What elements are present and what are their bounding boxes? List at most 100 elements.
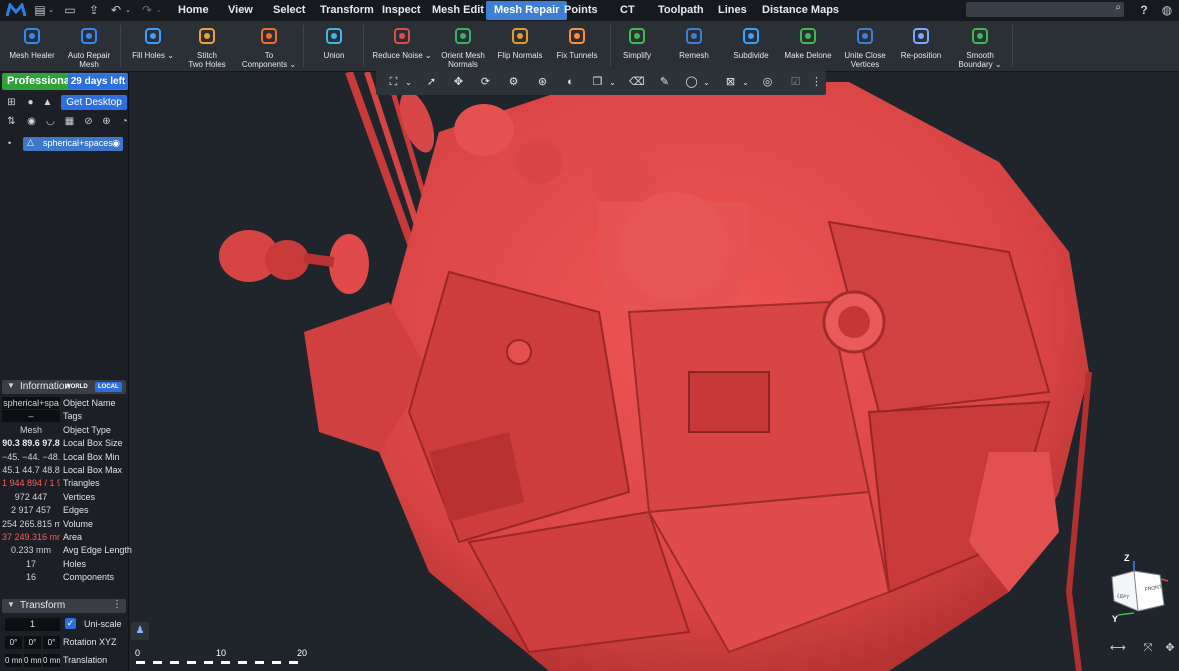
notification-icon[interactable]: ♟ (131, 622, 149, 640)
tab-points[interactable]: Points (556, 1, 606, 20)
world-toggle[interactable]: WORLD (62, 382, 91, 392)
components-button[interactable]: To Components ⌄ (239, 21, 299, 71)
eraser-icon[interactable]: ⌫ (629, 75, 645, 90)
linux-icon[interactable]: ▲ (41, 96, 54, 109)
app-logo-icon[interactable] (6, 3, 26, 18)
make-delone-button[interactable]: Make Delone (782, 21, 834, 71)
search-icon[interactable]: ⌕ (1115, 2, 1121, 13)
unite-vertices-button[interactable]: Unite Close Vertices (839, 21, 891, 71)
translation-y-input[interactable]: 0 mm (24, 654, 41, 667)
apple-icon[interactable]: ● (24, 96, 37, 109)
render-icon[interactable]: ◐ (563, 75, 578, 90)
rotation-x-input[interactable]: 0° (5, 636, 22, 649)
tab-inspect[interactable]: Inspect (374, 1, 429, 20)
redo-dropdown-icon[interactable]: ⌄ (151, 3, 167, 18)
stitch-button[interactable]: Stitch Two Holes (185, 21, 229, 71)
3d-viewport[interactable] (129, 72, 1179, 671)
days-left-badge[interactable]: 29 days left (68, 74, 128, 89)
target-icon[interactable]: ◎ (760, 75, 775, 90)
tab-lines[interactable]: Lines (710, 1, 755, 20)
translation-x-input[interactable]: 0 mm (5, 654, 22, 667)
transform-header[interactable]: ▼ Transform ⋮ (2, 599, 126, 613)
globe-icon[interactable]: ◍ (1159, 3, 1175, 18)
more-icon[interactable]: ⋮ (112, 599, 122, 610)
tab-select[interactable]: Select (265, 1, 313, 20)
eye-icon[interactable]: ◉ (25, 115, 38, 128)
smooth-boundary-button[interactable]: Smooth Boundary ⌄ (957, 21, 1003, 71)
info-key: Components (63, 572, 115, 583)
info-value[interactable]: spherical+spa (2, 397, 60, 409)
visibility-eye-icon[interactable]: ◉ (112, 138, 120, 149)
checkbox-icon[interactable]: ☑ (788, 75, 803, 90)
chevron-down-icon[interactable]: ⌄ (699, 75, 714, 90)
fit-view-icon[interactable]: ⟷ (1110, 641, 1126, 655)
tab-mesh-edit[interactable]: Mesh Edit (424, 1, 492, 20)
unlink-icon[interactable]: ⊘ (82, 115, 95, 128)
chevron-down-icon[interactable]: ⌄ (605, 75, 620, 90)
chevron-down-icon[interactable]: ⌄ (738, 75, 753, 90)
view-cube-gizmo[interactable]: FRONT LEFT Z Y (1108, 553, 1179, 628)
tab-view[interactable]: View (220, 1, 261, 20)
undo-dropdown-icon[interactable]: ⌄ (120, 3, 136, 18)
subdivide-button[interactable]: Subdivide (729, 21, 773, 71)
zoom-extents-icon[interactable]: ⤧ (1141, 641, 1155, 655)
mesh-healer-button[interactable]: Mesh Healer (5, 21, 59, 71)
lasso-icon[interactable]: ◯ (684, 75, 699, 90)
export-icon[interactable]: ⇪ (86, 3, 102, 18)
upload-icon[interactable]: ⊕ (100, 115, 113, 128)
more-icon[interactable]: ⋮ (809, 75, 824, 90)
tab-toolpath[interactable]: Toolpath (650, 1, 712, 20)
open-folder-icon[interactable]: ▭ (62, 3, 78, 18)
local-toggle[interactable]: LOCAL (95, 382, 122, 392)
refresh-icon[interactable]: ◔ (118, 115, 131, 128)
gear-icon[interactable]: ⚙ (506, 75, 521, 90)
brush-icon[interactable]: ✎ (657, 75, 672, 90)
grid-icon[interactable]: ▦ (63, 115, 76, 128)
simplify-button[interactable]: Simplify (615, 21, 659, 71)
chevron-down-icon[interactable]: ⌄ (43, 3, 59, 18)
rotation-z-input[interactable]: 0° (43, 636, 60, 649)
sort-icon[interactable]: ⇅ (5, 115, 18, 128)
reduce-noise-button[interactable]: Reduce Noise ⌄ (372, 21, 432, 71)
reposition-button[interactable]: Re-position (896, 21, 946, 71)
flip-normals-button[interactable]: Flip Normals (495, 21, 545, 71)
hide-icon[interactable]: ◡ (44, 115, 57, 128)
fill-holes-button[interactable]: Fill Holes ⌄ (128, 21, 178, 71)
scene-object-item[interactable]: △ spherical+spaces ◉ (23, 137, 123, 151)
tab-transform[interactable]: Transform (312, 1, 382, 20)
information-header[interactable]: ▼ Information WORLD LOCAL (2, 380, 126, 394)
union-button[interactable]: Union (314, 21, 354, 71)
rotate-view-icon[interactable]: ⟳ (478, 75, 493, 90)
tab-ct[interactable]: CT (612, 1, 643, 20)
search-input[interactable]: ⌕ (966, 2, 1124, 17)
get-desktop-button[interactable]: Get Desktop (61, 95, 127, 110)
mesh-healer-icon (22, 26, 42, 46)
remesh-button[interactable]: Remesh (672, 21, 716, 71)
chevron-down-icon[interactable]: ▼ (7, 600, 15, 609)
license-badge[interactable]: Professional 29 days left (2, 73, 128, 90)
tab-home[interactable]: Home (170, 1, 217, 20)
uniscale-input[interactable]: 1 (5, 618, 60, 631)
info-key: Area (63, 532, 83, 542)
cross-box-icon[interactable]: ⊠ (723, 75, 738, 90)
auto-repair-button[interactable]: Auto Repair Mesh (63, 21, 115, 71)
mesh-model[interactable] (129, 72, 1179, 671)
move-icon[interactable]: ✥ (451, 75, 466, 90)
translation-z-input[interactable]: 0 mm (43, 654, 60, 667)
pan-icon[interactable]: ✥ (1163, 641, 1177, 655)
ribbon-divider (303, 25, 304, 67)
selection-box-icon[interactable]: ⛶ (386, 75, 401, 90)
layers-icon[interactable]: ❐ (590, 75, 605, 90)
pointer-icon[interactable]: ➚ (424, 75, 439, 90)
chevron-down-icon[interactable]: ▼ (7, 381, 15, 390)
chevron-down-icon[interactable]: ⌄ (401, 75, 416, 90)
windows-icon[interactable]: ⊞ (5, 96, 18, 109)
steering-icon[interactable]: ⊛ (535, 75, 550, 90)
tab-distance-maps[interactable]: Distance Maps (754, 1, 847, 20)
orient-normals-button[interactable]: Orient Mesh Normals (436, 21, 490, 71)
help-icon[interactable]: ? (1136, 3, 1152, 18)
uniscale-checkbox[interactable]: ✓ (65, 618, 76, 629)
fix-tunnels-button[interactable]: Fix Tunnels (553, 21, 601, 71)
rotation-y-input[interactable]: 0° (24, 636, 41, 649)
info-value[interactable]: – (2, 410, 60, 423)
